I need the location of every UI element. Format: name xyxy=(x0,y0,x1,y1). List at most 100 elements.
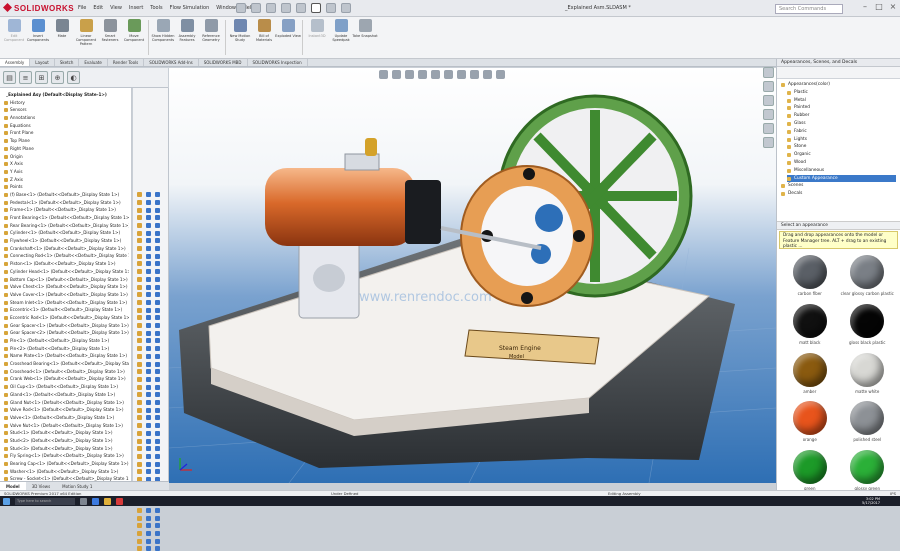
tree-item[interactable]: Valve<1> (Default<<Default>_Display Stat… xyxy=(2,414,129,422)
menu-flow-simulation[interactable]: Flow Simulation xyxy=(170,5,210,11)
command-tab-7[interactable]: SOLIDWORKS Inspection xyxy=(248,59,308,66)
command-tab-5[interactable]: SOLIDWORKS Add-Ins xyxy=(144,59,199,66)
display-state-icon[interactable] xyxy=(146,192,151,198)
ribbon-button-1[interactable]: Insert Components xyxy=(26,17,50,57)
appearance-swatch[interactable]: glossy green xyxy=(839,450,897,494)
tree-item[interactable]: Valve Cover<1> (Default<<Default>_Displa… xyxy=(2,291,129,299)
tree-item[interactable]: Right Plane xyxy=(2,145,129,153)
menu-view[interactable]: View xyxy=(110,5,122,11)
tree-item[interactable]: Valve Nut<1> (Default<<Default>_Display … xyxy=(2,422,129,430)
display-state-icon[interactable] xyxy=(137,261,142,267)
display-state-icon[interactable] xyxy=(146,269,151,275)
display-state-icon[interactable] xyxy=(137,546,142,551)
command-tab-4[interactable]: Render Tools xyxy=(108,59,145,66)
display-state-icon[interactable] xyxy=(137,276,142,282)
tree-item[interactable]: Valve Rod<1> (Default<<Default>_Display … xyxy=(2,406,129,414)
display-state-icon[interactable] xyxy=(146,207,151,213)
display-state-icon[interactable] xyxy=(146,292,151,298)
display-state-icon[interactable] xyxy=(146,469,151,475)
tree-item[interactable]: Z Axis xyxy=(2,176,129,184)
display-state-icon[interactable] xyxy=(146,261,151,267)
tree-item[interactable]: Crosshead<1> (Default<<Default>_Display … xyxy=(2,368,129,376)
display-state-icon[interactable] xyxy=(155,546,160,551)
tree-item[interactable]: Annotations xyxy=(2,114,129,122)
display-state-icon[interactable] xyxy=(137,230,142,236)
display-state-icon[interactable] xyxy=(137,330,142,336)
display-state-icon[interactable] xyxy=(155,253,160,259)
display-state-icon[interactable] xyxy=(155,392,160,398)
display-state-icon[interactable] xyxy=(146,246,151,251)
display-state-icon[interactable] xyxy=(146,369,151,375)
display-state-icon[interactable] xyxy=(155,346,160,352)
options-icon[interactable] xyxy=(341,3,351,13)
display-state-icon[interactable] xyxy=(146,346,151,352)
ribbon-button-10[interactable]: Bill of Materials xyxy=(252,17,276,57)
display-state-icon[interactable] xyxy=(146,461,151,467)
maximize-icon[interactable]: □ xyxy=(874,2,884,11)
display-state-icon[interactable] xyxy=(146,530,151,536)
tab-motion-study[interactable]: Motion Study 1 xyxy=(56,482,98,490)
display-state-icon[interactable] xyxy=(146,315,151,321)
display-state-icon[interactable] xyxy=(155,330,160,336)
display-style-icon[interactable] xyxy=(444,70,453,79)
display-state-icon[interactable] xyxy=(137,253,142,259)
tree-item[interactable]: Front Plane xyxy=(2,129,129,137)
display-state-icon[interactable] xyxy=(146,299,151,305)
display-state-icon[interactable] xyxy=(137,423,142,429)
display-state-icon[interactable] xyxy=(146,323,151,328)
print-icon[interactable] xyxy=(281,3,291,13)
display-state-icon[interactable] xyxy=(155,538,160,544)
tree-item[interactable]: Crankshaft<1> (Default<<Default>_Display… xyxy=(2,245,129,253)
file-explorer-icon[interactable] xyxy=(104,497,111,505)
appearance-swatch[interactable]: orange xyxy=(781,401,839,445)
display-state-icon[interactable] xyxy=(137,469,142,475)
appearance-folder[interactable]: Painted xyxy=(787,104,896,112)
start-icon[interactable] xyxy=(3,497,10,505)
tree-root[interactable]: _Explained Asy (Default<Display State-1>… xyxy=(2,91,129,99)
view-orientation-icon[interactable] xyxy=(431,70,440,79)
display-state-icon[interactable] xyxy=(137,269,142,275)
tree-item[interactable]: Eccentric<1> (Default<<Default>_Display … xyxy=(2,306,129,314)
display-state-icon[interactable] xyxy=(155,515,160,521)
tree-item[interactable]: Valve Chest<1> (Default<<Default>_Displa… xyxy=(2,283,129,291)
display-state-icon[interactable] xyxy=(137,538,142,544)
display-state-icon[interactable] xyxy=(146,253,151,259)
save-icon[interactable] xyxy=(266,3,276,13)
menu-tools[interactable]: Tools xyxy=(150,5,162,11)
display-state-icon[interactable] xyxy=(155,369,160,375)
appearance-folder[interactable]: Miscellaneous xyxy=(787,167,896,175)
display-state-icon[interactable] xyxy=(155,530,160,536)
tree-item[interactable]: History xyxy=(2,99,129,107)
tree-item[interactable]: (f) Base<1> (Default<<Default>_Display S… xyxy=(2,191,129,199)
hide-show-icon[interactable] xyxy=(457,70,466,79)
display-state-icon[interactable] xyxy=(146,361,151,367)
tree-item[interactable]: Front Bearing<1> (Default<<Default>_Disp… xyxy=(2,214,129,222)
ribbon-button-7[interactable]: Assembly Features xyxy=(175,17,199,57)
tree-item[interactable]: Cylinder Head<1> (Default<<Default>_Disp… xyxy=(2,268,129,276)
tree-item[interactable]: Gland Nut<1> (Default<<Default>_Display … xyxy=(2,399,129,407)
menu-edit[interactable]: Edit xyxy=(93,5,103,11)
display-state-icon[interactable] xyxy=(155,361,160,367)
design-library-tab-icon[interactable] xyxy=(763,81,774,92)
ribbon-button-14[interactable]: Take Snapshot xyxy=(352,17,378,57)
tree-item[interactable]: Gland<1> (Default<<Default>_Display Stat… xyxy=(2,391,129,399)
display-state-icon[interactable] xyxy=(137,407,142,413)
display-state-icon[interactable] xyxy=(137,207,142,213)
display-state-icon[interactable] xyxy=(155,461,160,467)
display-state-icon[interactable] xyxy=(155,338,160,344)
display-state-icon[interactable] xyxy=(146,430,151,436)
display-state-icon[interactable] xyxy=(137,192,142,198)
tree-item[interactable]: Washer<1> (Default<<Default>_Display Sta… xyxy=(2,468,129,476)
display-state-icon[interactable] xyxy=(137,199,142,205)
property-manager-tab-icon[interactable]: ≡ xyxy=(19,71,32,84)
display-state-icon[interactable] xyxy=(137,307,142,313)
display-state-icon[interactable] xyxy=(137,507,142,513)
appearance-swatch[interactable]: carbon fiber xyxy=(781,255,839,299)
display-state-icon[interactable] xyxy=(146,546,151,551)
display-state-icon[interactable] xyxy=(137,530,142,536)
display-state-icon[interactable] xyxy=(155,192,160,198)
ribbon-button-3[interactable]: Linear Component Pattern xyxy=(74,17,98,57)
display-state-icon[interactable] xyxy=(146,392,151,398)
display-state-icon[interactable] xyxy=(137,400,142,405)
display-state-icon[interactable] xyxy=(155,415,160,421)
